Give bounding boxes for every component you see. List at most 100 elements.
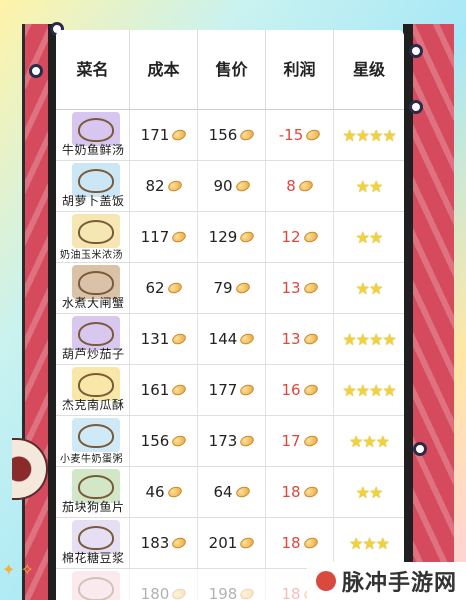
coin-icon [234,484,251,500]
cost-cell: 180 [130,569,198,600]
frame-knob [409,44,423,58]
left-frame-bar [48,24,56,600]
table-row[interactable]: 杰克南瓜酥 161 177 16 ★★★★ [56,365,404,416]
cost-value-wrap: 161 [130,365,197,415]
table-row[interactable]: 牛奶鱼鲜汤 171 156 -15 ★★★★ [56,110,404,161]
bowl-icon [78,118,114,142]
profit-value: 8 [286,177,296,195]
header-dish-name: 菜名 [56,30,130,110]
frame-knob [29,64,43,78]
stars-cell: ★★★★ [334,365,404,415]
price-value-wrap: 90 [198,161,265,211]
header-stars: 星级 [352,60,385,79]
coin-icon [171,535,188,551]
table-body: 牛奶鱼鲜汤 171 156 -15 ★★★★ 胡萝卜盖饭 82 90 8 ★★ 奶油玉米浓汤 117 1… [56,110,404,600]
price-cell: 173 [198,416,266,466]
coin-icon [239,382,256,398]
dish-name: 葫芦炒茄子 [62,347,125,361]
profit-value: 17 [281,432,301,450]
price-value: 64 [213,483,233,501]
price-value-wrap: 156 [198,110,265,160]
coin-icon [171,586,188,600]
frame-knob [413,442,427,456]
bowl-icon [78,322,114,346]
profit-cell: 13 [266,314,334,364]
price-value-wrap: 198 [198,569,265,600]
price-value-wrap: 79 [198,263,265,313]
profit-value-wrap: 12 [266,212,333,262]
coin-icon [302,280,319,296]
dish-cell [56,569,130,600]
price-cell: 177 [198,365,266,415]
cost-cell: 156 [130,416,198,466]
cost-value: 171 [140,126,170,144]
dish-image-icon [72,214,120,248]
dish-name: 杰克南瓜酥 [62,398,125,412]
price-cell: 129 [198,212,266,262]
star-rating: ★★ [355,278,384,298]
cost-value: 46 [145,483,165,501]
cost-value: 62 [145,279,165,297]
price-cell: 90 [198,161,266,211]
profit-value: 12 [281,228,301,246]
dish-cell: 小麦牛奶蛋粥 [56,416,130,466]
bowl-icon [78,475,114,499]
header-profit: 利润 [266,30,334,110]
coin-icon [166,484,183,500]
bowl-icon [78,220,114,244]
cost-value-wrap: 117 [130,212,197,262]
profit-value-wrap: 8 [266,161,333,211]
profit-value: 18 [281,483,301,501]
profit-cell: 12 [266,212,334,262]
cost-value-wrap: 46 [130,467,197,517]
watermark-logo-icon [315,571,336,591]
table-row[interactable]: 茄块狗鱼片 46 64 18 ★★ [56,467,404,518]
coin-icon [234,178,251,194]
dish-cell: 奶油玉米浓汤 [56,212,130,262]
cost-cell: 171 [130,110,198,160]
cost-value: 131 [140,330,170,348]
coin-icon [239,331,256,347]
price-value-wrap: 64 [198,467,265,517]
dish-name: 小麦牛奶蛋粥 [60,454,123,465]
profit-value: 16 [281,381,301,399]
profit-cell: -15 [266,110,334,160]
cost-value: 156 [140,432,170,450]
profit-cell: 18 [266,467,334,517]
profit-value: -15 [278,126,304,144]
cost-cell: 62 [130,263,198,313]
coin-icon [171,127,188,143]
profit-value-wrap: 17 [266,416,333,466]
star-rating: ★★ [355,176,384,196]
cost-value: 161 [140,381,170,399]
table-row[interactable]: 小麦牛奶蛋粥 156 173 17 ★★★ [56,416,404,467]
coin-icon [302,535,319,551]
price-value: 201 [208,534,238,552]
coin-icon [302,382,319,398]
stars-cell: ★★ [334,263,404,313]
stars-cell: ★★ [334,161,404,211]
star-rating: ★★★★ [342,329,396,349]
table-row[interactable]: 奶油玉米浓汤 117 129 12 ★★ [56,212,404,263]
cost-value-wrap: 171 [130,110,197,160]
star-rating: ★★★★ [342,125,396,145]
cost-value-wrap: 180 [130,569,197,600]
coin-icon [297,178,315,194]
header-price: 售价 [198,30,266,110]
cost-cell: 161 [130,365,198,415]
coin-icon [239,535,256,551]
cost-value-wrap: 183 [130,518,197,568]
price-value-wrap: 201 [198,518,265,568]
table-row[interactable]: 胡萝卜盖饭 82 90 8 ★★ [56,161,404,212]
frame-knob [409,100,423,114]
coin-icon [239,127,256,143]
stars-cell: ★★★ [334,518,404,568]
price-cell: 201 [198,518,266,568]
coin-icon [239,433,256,449]
table-row[interactable]: 水煮大闸蟹 62 79 13 ★★ [56,263,404,314]
table-row[interactable]: 葫芦炒茄子 131 144 13 ★★★★ [56,314,404,365]
stars-cell: ★★★★ [334,110,404,160]
cost-value: 183 [140,534,170,552]
cost-cell: 131 [130,314,198,364]
price-value: 90 [213,177,233,195]
